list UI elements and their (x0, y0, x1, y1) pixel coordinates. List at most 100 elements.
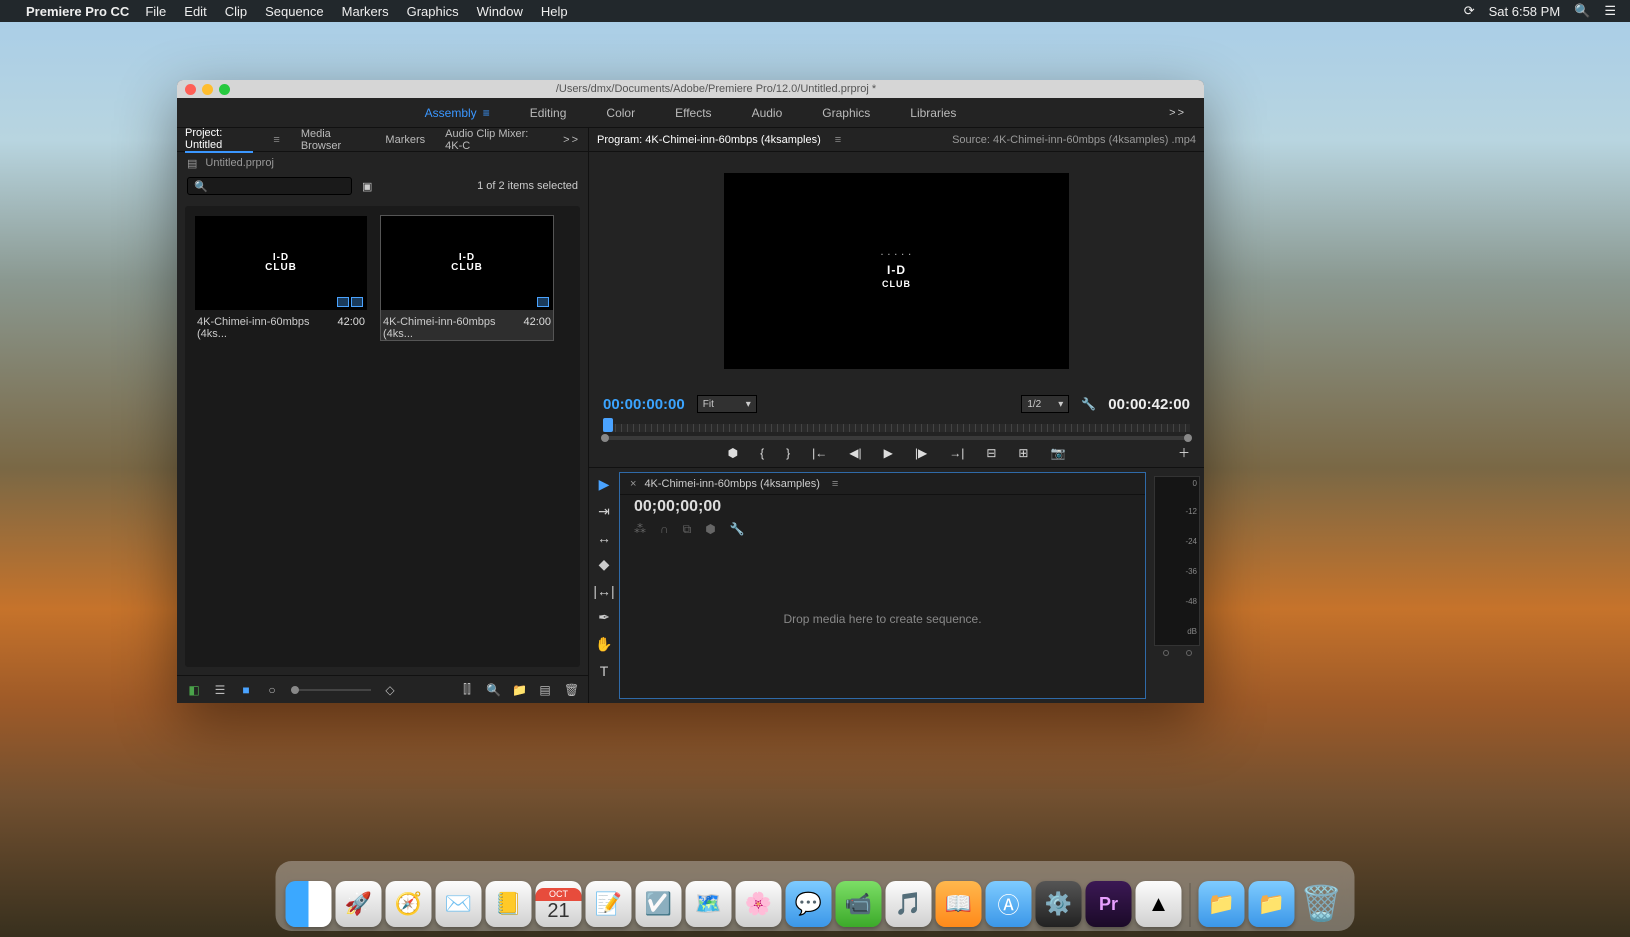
snap-icon[interactable]: ∩ (660, 522, 669, 536)
timeline-tab-name[interactable]: 4K-Chimei-inn-60mbps (4ksamples) (644, 478, 819, 490)
freeform-view-icon[interactable]: ○ (265, 683, 279, 697)
timeline-tab-close-icon[interactable]: × (630, 478, 636, 490)
dock-appstore-icon[interactable]: Ⓐ (986, 881, 1032, 927)
new-bin-icon[interactable]: ▣ (362, 180, 372, 193)
panel-menu-icon[interactable]: ≡ (273, 134, 280, 146)
add-marker-timeline-icon[interactable]: ⬢ (705, 522, 715, 536)
program-monitor[interactable]: · · · · · I-DCLUB (589, 152, 1204, 390)
settings-wrench-icon[interactable]: 🔧 (1081, 397, 1096, 411)
fit-dropdown[interactable]: Fit▾ (697, 395, 757, 413)
lift-icon[interactable]: ⊟ (986, 446, 996, 460)
window-close-button[interactable] (185, 84, 196, 95)
razor-tool-icon[interactable]: ◆ (599, 556, 610, 573)
tab-media-browser[interactable]: Media Browser (301, 128, 366, 152)
program-panel-menu-icon[interactable]: ≡ (835, 134, 841, 146)
scrub-ruler[interactable] (603, 424, 1190, 432)
dock-trash-icon[interactable]: 🗑️ (1299, 881, 1345, 927)
menu-graphics[interactable]: Graphics (407, 4, 459, 19)
panel-tabs-overflow[interactable]: >> (563, 134, 580, 146)
dock-finder-icon[interactable] (286, 881, 332, 927)
solo-left-icon[interactable] (1163, 650, 1169, 656)
extract-icon[interactable]: ⊞ (1018, 446, 1028, 460)
dock-calendar-icon[interactable]: OCT21 (536, 881, 582, 927)
icon-view-icon[interactable]: ■ (239, 683, 253, 697)
tab-markers[interactable]: Markers (385, 134, 425, 146)
project-bin[interactable]: I-DCLUB 4K-Chimei-inn-60mbps (4ks... 42:… (185, 206, 580, 667)
scrub-bar[interactable] (603, 418, 1190, 438)
clip-thumbnail[interactable]: I-DCLUB (195, 216, 367, 310)
window-minimize-button[interactable] (202, 84, 213, 95)
clip-item[interactable]: I-DCLUB 4K-Chimei-inn-60mbps (4ks... 42:… (195, 216, 367, 340)
automate-sequence-icon[interactable]: ⫿⫿ (460, 682, 474, 697)
hand-tool-icon[interactable]: ✋ (595, 636, 612, 653)
ripple-edit-tool-icon[interactable]: ↔ (597, 530, 611, 546)
dock-messages-icon[interactable]: 💬 (786, 881, 832, 927)
go-to-in-icon[interactable]: |← (812, 446, 827, 460)
workspace-overflow[interactable]: >> (1169, 107, 1186, 119)
dock-launchpad-icon[interactable]: 🚀 (336, 881, 382, 927)
workspace-menu-icon[interactable]: ≡ (483, 106, 490, 120)
zoom-slider[interactable] (291, 689, 371, 691)
clip-thumbnail[interactable]: I-DCLUB (381, 216, 553, 310)
solo-right-icon[interactable] (1186, 650, 1192, 656)
step-back-icon[interactable]: ◀| (849, 446, 861, 460)
linked-selection-icon[interactable]: ⧉ (683, 522, 692, 537)
add-marker-icon[interactable]: ⬢ (728, 446, 738, 460)
mark-in-icon[interactable]: { (760, 446, 764, 460)
dock-ibooks-icon[interactable]: 📖 (936, 881, 982, 927)
window-zoom-button[interactable] (219, 84, 230, 95)
app-menu[interactable]: Premiere Pro CC (26, 4, 129, 19)
workspace-graphics[interactable]: Graphics (822, 106, 870, 120)
insert-sequence-icon[interactable]: ⁂ (634, 522, 646, 536)
menu-window[interactable]: Window (477, 4, 523, 19)
find-icon[interactable]: 🔍 (486, 683, 500, 697)
menubar-clock[interactable]: Sat 6:58 PM (1489, 4, 1561, 19)
workspace-editing[interactable]: Editing (530, 106, 567, 120)
dock-preferences-icon[interactable]: ⚙️ (1036, 881, 1082, 927)
dock-safari-icon[interactable]: 🧭 (386, 881, 432, 927)
playhead-icon[interactable] (603, 418, 613, 432)
timeline-panel-menu-icon[interactable]: ≡ (832, 478, 838, 490)
dock-photos-icon[interactable]: 🌸 (736, 881, 782, 927)
timeline-drop-zone[interactable]: Drop media here to create sequence. (620, 539, 1145, 698)
clear-icon[interactable]: 🗑 (564, 683, 578, 697)
type-tool-icon[interactable]: T (600, 663, 609, 679)
dock-maps-icon[interactable]: 🗺️ (686, 881, 732, 927)
tab-project[interactable]: Project: Untitled (185, 127, 253, 153)
project-search-input[interactable]: 🔍 (187, 177, 352, 195)
notification-center-icon[interactable]: ☰ (1604, 3, 1616, 19)
clip-item[interactable]: I-DCLUB 4K-Chimei-inn-60mbps (4ks... 42:… (381, 216, 553, 340)
play-icon[interactable]: ▶ (884, 446, 893, 460)
workspace-libraries[interactable]: Libraries (910, 106, 956, 120)
dock-contacts-icon[interactable]: 📒 (486, 881, 532, 927)
resolution-dropdown[interactable]: 1/2▾ (1021, 395, 1069, 413)
dock-reminders-icon[interactable]: ☑️ (636, 881, 682, 927)
step-forward-icon[interactable]: |▶ (915, 446, 927, 460)
go-to-out-icon[interactable]: →| (949, 446, 964, 460)
selection-tool-icon[interactable]: ▶ (599, 476, 610, 493)
workspace-effects[interactable]: Effects (675, 106, 711, 120)
window-titlebar[interactable]: /Users/dmx/Documents/Adobe/Premiere Pro/… (177, 80, 1204, 98)
spotlight-icon[interactable]: 🔍 (1574, 3, 1590, 19)
export-frame-icon[interactable]: 📷 (1050, 446, 1065, 460)
current-timecode[interactable]: 00:00:00:00 (603, 396, 685, 413)
track-select-tool-icon[interactable]: ⇥ (598, 503, 610, 520)
button-editor-icon[interactable]: ＋ (1178, 444, 1190, 461)
menu-file[interactable]: File (145, 4, 166, 19)
dock-facetime-icon[interactable]: 📹 (836, 881, 882, 927)
menu-clip[interactable]: Clip (225, 4, 247, 19)
workspace-audio[interactable]: Audio (752, 106, 783, 120)
dock-notes-icon[interactable]: 📝 (586, 881, 632, 927)
cc-status-icon[interactable]: ⟳ (1464, 3, 1475, 19)
menu-markers[interactable]: Markers (342, 4, 389, 19)
new-item-icon[interactable]: ▤ (538, 683, 552, 697)
write-lock-icon[interactable]: ◧ (187, 683, 201, 697)
audio-meter[interactable]: 0 -12 -24 -36 -48 dB (1154, 476, 1200, 646)
menu-help[interactable]: Help (541, 4, 568, 19)
tab-program-monitor[interactable]: Program: 4K-Chimei-inn-60mbps (4ksamples… (597, 134, 821, 146)
workspace-color[interactable]: Color (606, 106, 635, 120)
workspace-assembly[interactable]: Assembly≡ (425, 106, 490, 120)
new-bin-button-icon[interactable]: 📁 (512, 683, 526, 697)
dock-app-icon[interactable]: ▲ (1136, 881, 1182, 927)
menu-sequence[interactable]: Sequence (265, 4, 324, 19)
